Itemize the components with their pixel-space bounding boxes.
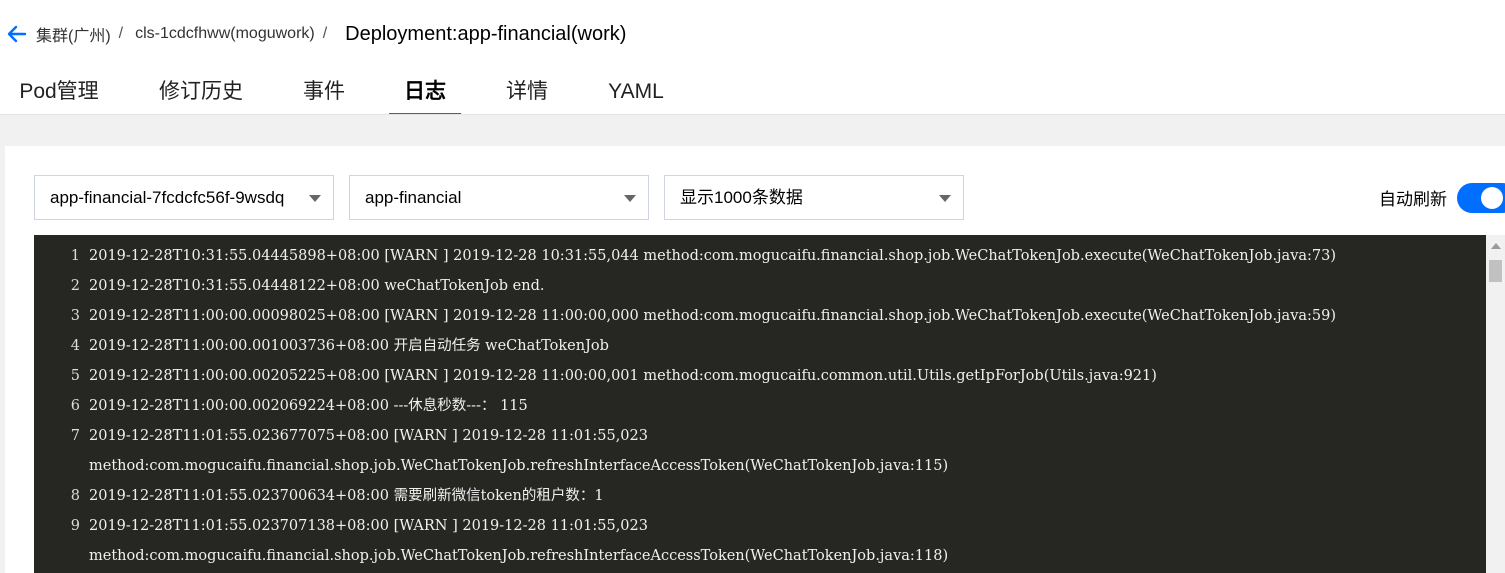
tab-bar: Pod管理 修订历史 事件 日志 详情 YAML	[0, 74, 1505, 116]
log-line: 3 2019-12-28T11:00:00.00098025+08:00 [WA…	[34, 301, 1486, 331]
tab-revision-history[interactable]: 修订历史	[158, 74, 244, 116]
log-line-text: 2019-12-28T11:00:00.002069224+08:00 ---休…	[89, 398, 528, 414]
pod-select-value: app-financial-7fcdcfc56f-9wsdq	[50, 188, 285, 207]
tab-pod-management[interactable]: Pod管理	[19, 74, 99, 116]
breadcrumb-cluster[interactable]: 集群(广州)	[36, 22, 111, 46]
log-line-text: 2019-12-28T10:31:55.04448122+08:00 weCha…	[89, 278, 545, 294]
toggle-knob	[1481, 187, 1503, 209]
log-line: 9 2019-12-28T11:01:55.023707138+08:00 [W…	[34, 511, 1486, 541]
log-line-number: 2	[70, 278, 80, 294]
log-viewer[interactable]: 1 2019-12-28T10:31:55.04445898+08:00 [WA…	[34, 235, 1486, 573]
log-line-number: 6	[70, 398, 80, 414]
line-limit-select-value: 显示1000条数据	[680, 188, 803, 207]
breadcrumb-cluster-id[interactable]: cls-1cdcfhww(moguwork)	[135, 25, 315, 43]
content-background	[0, 114, 1505, 146]
container-select[interactable]: app-financial	[349, 175, 649, 220]
log-line-text: 2019-12-28T11:00:00.001003736+08:00 开启自动…	[89, 338, 609, 354]
auto-refresh-label: 自动刷新	[1379, 190, 1447, 209]
container-select-value: app-financial	[365, 188, 462, 207]
log-line-text: 2019-12-28T11:01:55.023700634+08:00 需要刷新…	[89, 488, 604, 504]
log-line: 1 2019-12-28T10:31:55.04445898+08:00 [WA…	[34, 241, 1486, 271]
tab-logs[interactable]: 日志	[389, 74, 461, 116]
log-line: 2 2019-12-28T10:31:55.04448122+08:00 weC…	[34, 271, 1486, 301]
scroll-up-arrow-icon[interactable]	[1491, 243, 1501, 249]
log-line-continuation: method:com.mogucaifu.financial.shop.job.…	[34, 451, 1486, 481]
log-line-text: 2019-12-28T11:00:00.00098025+08:00 [WARN…	[89, 308, 1337, 324]
log-line-number: 4	[70, 338, 80, 354]
log-line-text: 2019-12-28T11:01:55.023677075+08:00 [WAR…	[89, 428, 648, 444]
chevron-down-icon	[309, 195, 321, 202]
log-line-continuation: method:com.mogucaifu.financial.shop.job.…	[34, 541, 1486, 571]
log-line-number: 8	[70, 488, 80, 504]
log-line-number: 3	[70, 308, 80, 324]
tab-yaml[interactable]: YAML	[607, 74, 665, 116]
log-line: 4 2019-12-28T11:00:00.001003736+08:00 开启…	[34, 331, 1486, 361]
log-line: 6 2019-12-28T11:00:00.002069224+08:00 --…	[34, 391, 1486, 421]
log-line-number: 9	[70, 518, 80, 534]
log-line-text: method:com.mogucaifu.financial.shop.job.…	[89, 548, 949, 564]
log-line-text: method:com.mogucaifu.financial.shop.job.…	[89, 458, 949, 474]
scroll-thumb[interactable]	[1489, 260, 1502, 282]
log-line-number: 1	[70, 248, 80, 264]
page-title: Deployment:app-financial(work)	[345, 22, 627, 45]
breadcrumb-separator: /	[118, 25, 124, 42]
back-arrow-icon[interactable]	[5, 22, 29, 46]
scrollbar[interactable]	[1486, 235, 1505, 573]
tab-events[interactable]: 事件	[302, 74, 346, 116]
auto-refresh-toggle[interactable]	[1457, 183, 1505, 213]
log-line-text: 2019-12-28T11:00:00.00205225+08:00 [WARN…	[89, 368, 1157, 384]
log-line-number: 7	[70, 428, 80, 444]
chevron-down-icon	[939, 195, 951, 202]
log-line-text: 2019-12-28T10:31:55.04445898+08:00 [WARN…	[89, 248, 1337, 264]
log-line-number: 5	[70, 368, 80, 384]
log-line: 7 2019-12-28T11:01:55.023677075+08:00 [W…	[34, 421, 1486, 451]
pod-select[interactable]: app-financial-7fcdcfc56f-9wsdq	[34, 175, 334, 220]
chevron-down-icon	[624, 195, 636, 202]
tab-details[interactable]: 详情	[505, 74, 549, 116]
log-line-text: 2019-12-28T11:01:55.023707138+08:00 [WAR…	[89, 518, 648, 534]
line-limit-select[interactable]: 显示1000条数据	[664, 175, 964, 220]
log-line: 5 2019-12-28T11:00:00.00205225+08:00 [WA…	[34, 361, 1486, 391]
breadcrumb: 集群(广州) / cls-1cdcfhww(moguwork) / Deploy…	[36, 21, 626, 47]
log-line: 8 2019-12-28T11:01:55.023700634+08:00 需要…	[34, 481, 1486, 511]
page-header: 集群(广州) / cls-1cdcfhww(moguwork) / Deploy…	[0, 0, 1505, 66]
breadcrumb-separator: /	[322, 25, 328, 42]
